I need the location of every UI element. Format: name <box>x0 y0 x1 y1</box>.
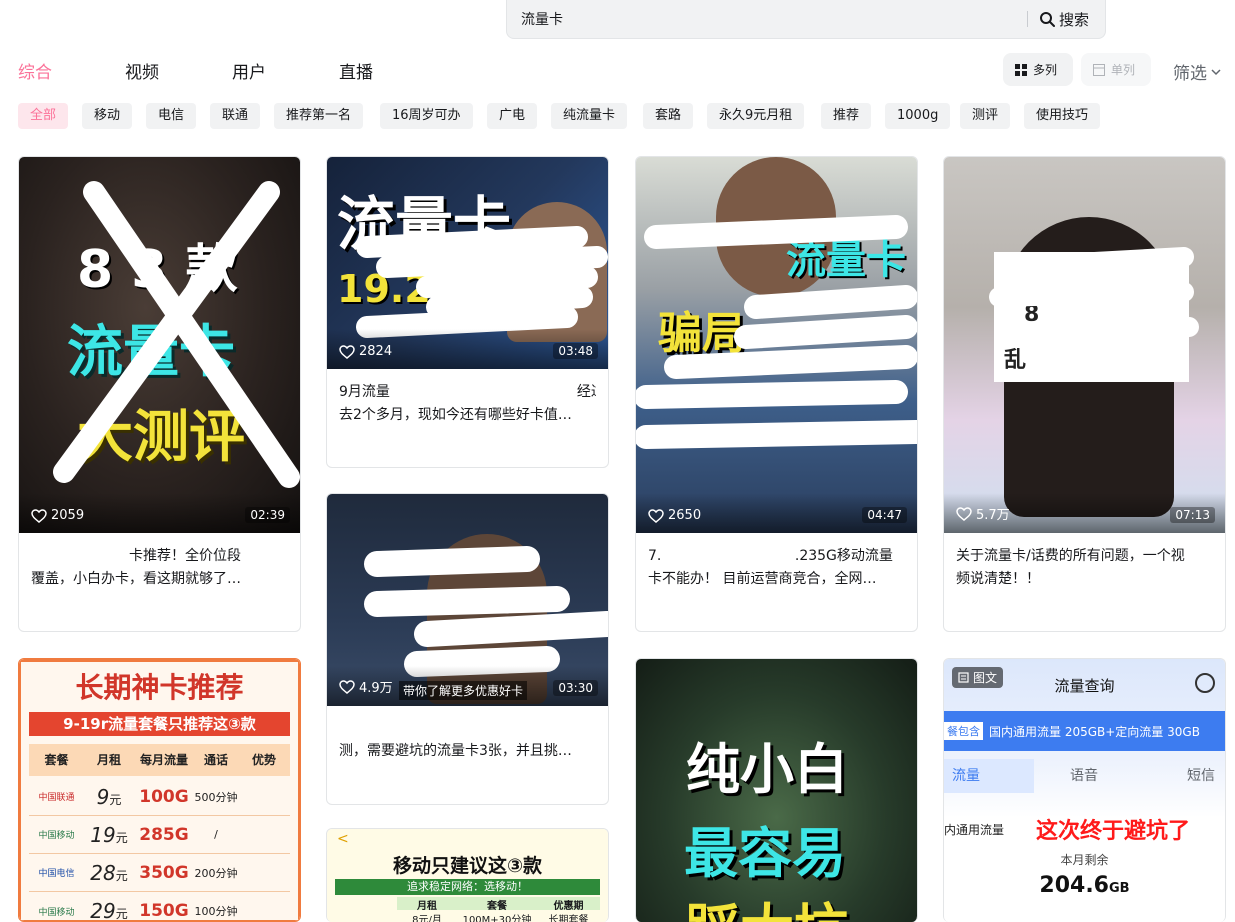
table-row: 8元/月 100M+30分钟 长期套餐 <box>412 915 589 922</box>
video-thumbnail: 流量卡 19.2 2824 03:48 <box>327 157 608 369</box>
like-count: 5.7万 <box>956 504 1010 523</box>
chip-telecom[interactable]: 电信 <box>146 103 197 129</box>
scribble-mark <box>989 247 1199 342</box>
search-input[interactable] <box>521 9 1001 29</box>
chip-broadcast[interactable]: 广电 <box>487 103 538 129</box>
video-title[interactable]: 9月流量 经过 去2个多月，现如今还有哪些好卡值… <box>339 381 596 427</box>
plan-banner: 餐包含 国内通用流量 205GB+定向流量 30GB <box>944 711 1225 751</box>
chip-data-only[interactable]: 纯流量卡 <box>551 103 628 129</box>
like-count: 2059 <box>31 508 84 523</box>
search-button-label: 搜索 <box>1059 10 1090 29</box>
usage-row-label: 内通用流量 <box>944 823 1005 837</box>
thumbnail-subtitle: 9-19r流量套餐只推荐这③款 <box>29 712 290 736</box>
scribble-mark <box>636 215 917 449</box>
thumbnail-text: 踩大坑 <box>686 885 848 922</box>
image-card[interactable]: < 移动只建议这③款 追求稳定网络：选移动！ 月租 套餐 优惠期 8元/月 10… <box>326 828 609 922</box>
remaining-value: 204.6GB <box>1039 873 1130 898</box>
video-card[interactable]: 4.9万 带你了解更多优惠好卡 03:30 测，需要避坑的流量卡3张，并且挑… <box>326 493 609 805</box>
overlay-red-text: 这次终于避坑了 <box>1036 819 1191 844</box>
tab-video[interactable]: 视频 <box>125 58 159 83</box>
chevron-down-icon <box>1211 68 1221 75</box>
thumbnail-text: 纯小白 <box>686 738 848 801</box>
chip-unicom[interactable]: 联通 <box>210 103 261 129</box>
image-card[interactable]: 图文 流量查询 餐包含 国内通用流量 205GB+定向流量 30GB 流量 语音… <box>943 658 1226 922</box>
headset-icon <box>1195 673 1215 693</box>
search-icon <box>1040 12 1055 27</box>
video-title[interactable]: 7. .235G移动流量 卡不能办！ 目前运营商竞合，全网… <box>648 545 905 591</box>
thumbnail-header: 流量查询 <box>1054 677 1115 695</box>
video-duration: 07:13 <box>1170 507 1215 523</box>
like-count: 4.9万 <box>339 677 393 696</box>
thumbnail-subtitle: 追求稳定网络：选移动！ <box>335 879 600 895</box>
video-thumbnail: 4.9万 带你了解更多优惠好卡 03:30 <box>327 494 608 706</box>
thumbnail-title: 长期神卡推荐 <box>75 671 244 704</box>
heart-icon <box>339 344 355 359</box>
grid-icon <box>1015 63 1027 76</box>
remaining-label: 本月剩余 <box>1060 853 1109 867</box>
video-thumbnail: 8 乱 5.7万 07:13 <box>944 157 1225 533</box>
video-card[interactable]: 流量卡 骗局 2650 04:47 7. .235G移动流量 卡不能办！ 目前运… <box>635 156 918 632</box>
video-thumbnail: 流量卡 骗局 2650 04:47 <box>636 157 917 533</box>
chip-tips[interactable]: 使用技巧 <box>1024 103 1101 129</box>
multi-column-button[interactable]: 多列 <box>1003 53 1073 86</box>
usage-tabs: 流量 语音 短信 <box>944 759 1225 793</box>
chip-9yuan[interactable]: 永久9元月租 <box>707 103 805 129</box>
chip-1000g[interactable]: 1000g <box>885 103 951 129</box>
filter-button[interactable]: 筛选 <box>1173 59 1221 84</box>
card-thumbnail: < 移动只建议这③款 追求稳定网络：选移动！ 月租 套餐 优惠期 8元/月 10… <box>327 829 608 922</box>
table-row: 中国联通 9元 100G 500分钟 <box>29 778 290 816</box>
video-title[interactable]: 测，需要避坑的流量卡3张，并且挑… <box>339 740 596 763</box>
video-duration: 03:30 <box>553 680 598 696</box>
multi-column-label: 多列 <box>1033 63 1058 77</box>
heart-icon <box>31 508 47 523</box>
like-count: 2650 <box>648 508 701 523</box>
table-row: 中国移动 19元 285G / <box>29 816 290 854</box>
tab-user[interactable]: 用户 <box>232 58 266 83</box>
video-duration: 02:39 <box>245 507 290 523</box>
cross-mark-icon <box>53 181 300 488</box>
list-icon <box>1093 63 1105 76</box>
table-row: 中国移动 29元 150G 100分钟 <box>38 899 238 922</box>
video-title[interactable]: 关于流量卡/话费的所有问题，一个视 频说清楚！！ <box>956 545 1213 591</box>
table-row: 中国电信 28元 350G 200分钟 <box>29 854 290 892</box>
video-duration: 04:47 <box>862 507 907 523</box>
video-thumbnail: 8 3 款 流量卡 大测评 2059 02:39 <box>19 157 300 533</box>
single-column-label: 单列 <box>1111 63 1136 77</box>
chip-all[interactable]: 全部 <box>18 103 69 129</box>
chip-top-recommend[interactable]: 推荐第一名 <box>274 103 364 129</box>
video-duration: 03:48 <box>553 343 598 359</box>
thumbnail-title: 移动只建议这③款 <box>392 855 543 877</box>
thumbnail-text: 最容易 <box>684 822 846 885</box>
back-arrow-icon: < <box>337 831 349 847</box>
tab-live[interactable]: 直播 <box>339 58 373 83</box>
heart-icon <box>339 679 355 694</box>
video-title[interactable]: 卡推荐！全价位段 覆盖，小白办卡，看这期就够了… <box>31 545 288 591</box>
table-header: 月租 套餐 优惠期 <box>397 897 600 912</box>
card-thumbnail: 长期神卡推荐 9-19r流量套餐只推荐这③款 套餐 月租 每月流量 通话 优势 … <box>19 659 300 922</box>
video-thumbnail: 纯小白 最容易 踩大坑 <box>636 659 917 922</box>
image-card[interactable]: 长期神卡推荐 9-19r流量套餐只推荐这③款 套餐 月租 每月流量 通话 优势 … <box>18 658 301 922</box>
chip-recommend[interactable]: 推荐 <box>821 103 872 129</box>
plan-table: 中国联通 9元 100G 500分钟 中国移动 19元 285G / 中国电信 … <box>29 778 290 922</box>
video-card[interactable]: 8 3 款 流量卡 大测评 2059 02:39 卡推荐！全价位段 覆盖，小白办… <box>18 156 301 632</box>
filter-label: 筛选 <box>1173 64 1207 84</box>
video-card[interactable]: 8 乱 5.7万 07:13 关于流量卡/话费的所有问题，一个视 频说清楚！！ <box>943 156 1226 632</box>
chip-mobile[interactable]: 移动 <box>82 103 133 129</box>
search-button[interactable]: 搜索 <box>1039 8 1089 30</box>
promo-caption: 带你了解更多优惠好卡 <box>399 681 528 700</box>
chip-review[interactable]: 测评 <box>960 103 1011 129</box>
video-card[interactable]: 纯小白 最容易 踩大坑 <box>635 658 918 922</box>
search-divider <box>1027 11 1028 27</box>
heart-icon <box>956 506 972 521</box>
table-header: 套餐 月租 每月流量 通话 优势 <box>29 744 290 776</box>
single-column-button[interactable]: 单列 <box>1081 53 1151 86</box>
like-count: 2824 <box>339 344 392 359</box>
tab-comprehensive[interactable]: 综合 <box>18 58 52 83</box>
video-card[interactable]: 流量卡 19.2 2824 03:48 9月流量 经过 去2个多月，现如今还有哪… <box>326 156 609 468</box>
chip-age-16[interactable]: 16周岁可办 <box>380 103 473 129</box>
card-thumbnail: 图文 流量查询 餐包含 国内通用流量 205GB+定向流量 30GB 流量 语音… <box>944 659 1225 922</box>
heart-icon <box>648 508 664 523</box>
search-bar: 搜索 <box>506 0 1106 39</box>
chip-trap[interactable]: 套路 <box>643 103 694 129</box>
